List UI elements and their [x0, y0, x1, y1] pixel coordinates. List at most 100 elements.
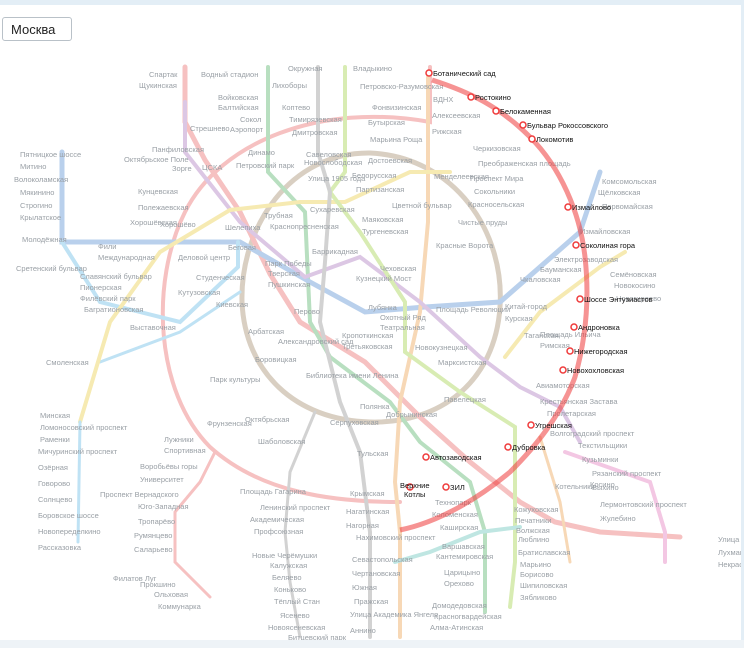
- station-label[interactable]: Партизанская: [356, 185, 404, 194]
- station-label[interactable]: Ленинский проспект: [260, 503, 331, 512]
- station-label[interactable]: Комсомольская: [602, 177, 657, 186]
- station-label[interactable]: Боровицкая: [255, 355, 297, 364]
- station-label[interactable]: Жулебино: [600, 514, 636, 523]
- station-label[interactable]: Новокузнецкая: [415, 343, 468, 352]
- station-marker[interactable]: [422, 453, 430, 461]
- station-label[interactable]: Библиотека имени Ленина: [306, 371, 399, 380]
- station-label[interactable]: Новоясеневская: [268, 623, 325, 632]
- station-label[interactable]: Аэропорт: [230, 125, 264, 134]
- station-label[interactable]: Авиамоторская: [536, 381, 590, 390]
- station-label[interactable]: Нахимовский проспект: [356, 533, 436, 542]
- station-label-highlighted[interactable]: Соколиная гора: [580, 241, 636, 250]
- station-label[interactable]: Новокосино: [614, 281, 655, 290]
- station-marker[interactable]: [504, 443, 512, 451]
- station-label[interactable]: Сретенский бульвар: [16, 264, 87, 273]
- station-label[interactable]: Киевская: [216, 300, 248, 309]
- station-label[interactable]: Фонвизинская: [372, 103, 421, 112]
- station-label[interactable]: Спортивная: [164, 446, 206, 455]
- station-label[interactable]: Студенческая: [196, 273, 245, 282]
- station-label-highlighted[interactable]: Локомотив: [536, 135, 573, 144]
- station-label[interactable]: Балтийская: [218, 103, 259, 112]
- station-label[interactable]: Маяковская: [362, 215, 403, 224]
- station-label-highlighted[interactable]: Шоссе Энтузиастов: [584, 295, 653, 304]
- station-label[interactable]: Площадь Гагарина: [240, 487, 307, 496]
- station-marker[interactable]: [559, 366, 567, 374]
- station-label[interactable]: Улица Академика Янгеля: [350, 610, 438, 619]
- station-label[interactable]: Динамо: [248, 148, 275, 157]
- station-label[interactable]: Бутырская: [368, 118, 405, 127]
- station-label[interactable]: Крестьянская Застава: [540, 397, 618, 406]
- station-label[interactable]: Рязанский проспект: [592, 469, 662, 478]
- station-label[interactable]: Текстильщики: [578, 441, 627, 450]
- station-label[interactable]: Пражская: [354, 597, 388, 606]
- station-label[interactable]: Битцевский парк: [288, 633, 347, 640]
- station-label[interactable]: Марксистская: [438, 358, 487, 367]
- station-label[interactable]: Севастопольская: [352, 555, 413, 564]
- station-label[interactable]: Преображенская площадь: [478, 159, 571, 168]
- station-marker[interactable]: [527, 421, 535, 429]
- station-label[interactable]: Лужники: [164, 435, 194, 444]
- station-label[interactable]: Новопеределкино: [38, 527, 101, 536]
- station-label[interactable]: Павелецкая: [444, 395, 486, 404]
- station-label[interactable]: Мякинино: [20, 188, 54, 197]
- station-label-highlighted[interactable]: Автозаводская: [430, 453, 482, 462]
- station-label[interactable]: Алма-Атинская: [430, 623, 483, 632]
- station-label[interactable]: Митино: [20, 162, 46, 171]
- station-label[interactable]: Рассказовка: [38, 543, 82, 552]
- station-label[interactable]: Некрасовка: [718, 560, 741, 569]
- station-label[interactable]: Нагорная: [346, 521, 379, 530]
- station-marker[interactable]: [467, 93, 475, 101]
- station-label[interactable]: Южная: [352, 583, 377, 592]
- station-label[interactable]: Калужская: [270, 561, 307, 570]
- station-label[interactable]: Семёновская: [610, 270, 657, 279]
- station-label[interactable]: Озёрная: [38, 463, 68, 472]
- station-marker[interactable]: [570, 323, 578, 331]
- station-label[interactable]: Бауманская: [540, 265, 582, 274]
- station-label[interactable]: Кунцевская: [138, 187, 178, 196]
- station-label[interactable]: Тропарёво: [138, 517, 175, 526]
- station-label[interactable]: Пионерская: [80, 283, 122, 292]
- station-label-highlighted[interactable]: Верхние: [400, 481, 430, 490]
- station-label[interactable]: Шелепиха: [225, 223, 261, 232]
- station-label[interactable]: Баррикадная: [312, 247, 358, 256]
- station-label[interactable]: Черкизовская: [473, 144, 521, 153]
- station-label[interactable]: Чистые пруды: [458, 218, 507, 227]
- station-label-highlighted[interactable]: Белокаменная: [500, 107, 551, 116]
- station-label[interactable]: Деловой центр: [178, 253, 230, 262]
- station-label[interactable]: Спартак: [149, 70, 178, 79]
- station-label[interactable]: Косино: [590, 480, 615, 489]
- station-label[interactable]: Арбатская: [248, 327, 284, 336]
- station-label[interactable]: Прокшино: [140, 580, 176, 589]
- station-label[interactable]: Волгоградский проспект: [550, 429, 635, 438]
- station-label[interactable]: Проспект Мира: [470, 174, 524, 183]
- station-label[interactable]: Лермонтовский проспект: [600, 500, 687, 509]
- station-label[interactable]: Кропоткинская: [342, 331, 393, 340]
- station-label[interactable]: Стрешнево: [190, 124, 230, 133]
- station-label[interactable]: Парк Победы: [265, 259, 312, 268]
- station-label[interactable]: Полежаевская: [138, 203, 189, 212]
- station-label-highlighted[interactable]: Ботанический сад: [433, 69, 496, 78]
- station-label[interactable]: Лубянка: [368, 303, 398, 312]
- station-label[interactable]: Крымская: [350, 489, 385, 498]
- station-label[interactable]: Чертановская: [352, 569, 400, 578]
- station-label[interactable]: Международная: [98, 253, 155, 262]
- station-label[interactable]: Октябрьская: [245, 415, 290, 424]
- station-marker[interactable]: [564, 203, 572, 211]
- station-label-highlighted[interactable]: Новохохловская: [567, 366, 624, 375]
- station-label[interactable]: Петровско-Разумовская: [360, 82, 443, 91]
- station-label[interactable]: Сокол: [240, 115, 261, 124]
- station-label-highlighted[interactable]: Дубровка: [512, 443, 546, 452]
- station-label[interactable]: Хорошёво: [160, 220, 196, 229]
- station-label[interactable]: Фили: [98, 242, 116, 251]
- station-label[interactable]: Кузьминки: [582, 455, 618, 464]
- station-label[interactable]: Каширская: [440, 523, 478, 532]
- station-label[interactable]: Люблино: [518, 535, 549, 544]
- station-label[interactable]: Варшавская: [442, 542, 485, 551]
- station-label[interactable]: Трубная: [264, 211, 293, 220]
- station-marker[interactable]: [519, 121, 527, 129]
- station-label[interactable]: Тульская: [357, 449, 388, 458]
- station-label-highlighted[interactable]: Бульвар Рокоссовского: [527, 121, 608, 130]
- station-label[interactable]: Рижская: [432, 127, 462, 136]
- station-label[interactable]: Говорово: [38, 479, 70, 488]
- station-label[interactable]: Братиславская: [518, 548, 570, 557]
